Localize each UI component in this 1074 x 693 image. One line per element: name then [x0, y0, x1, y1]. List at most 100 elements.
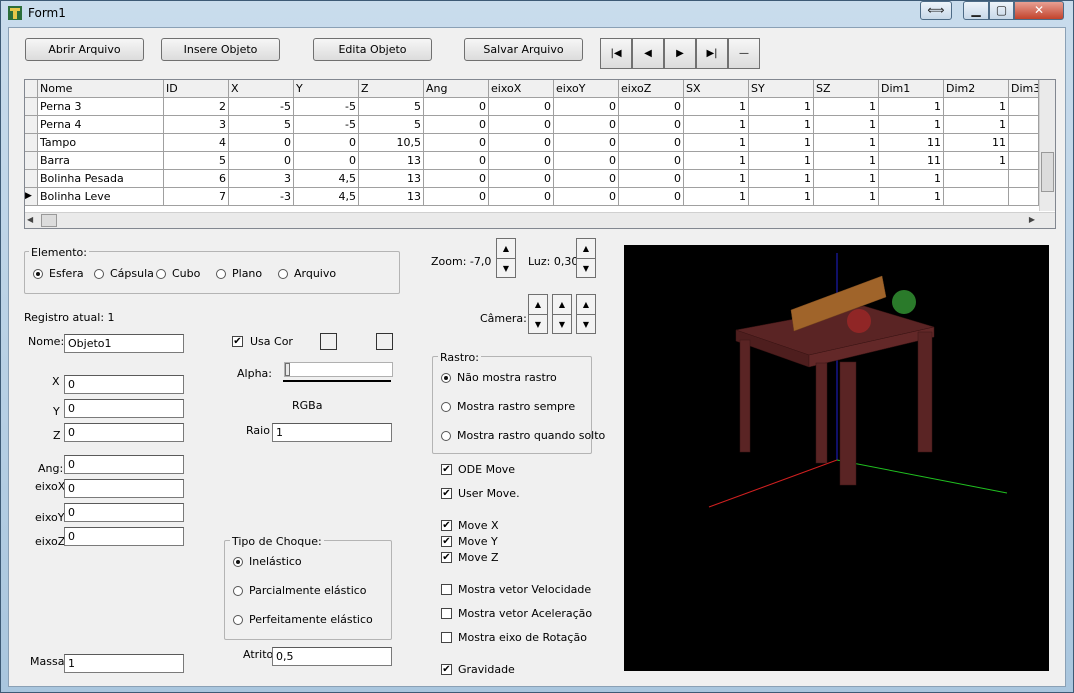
luz-spinner[interactable]: ▲ ▼ — [576, 238, 596, 278]
table-cell[interactable]: -5 — [294, 116, 359, 134]
option-checkbox[interactable]: ✔ — [441, 552, 452, 563]
zoom-down-icon[interactable]: ▼ — [497, 259, 515, 278]
row-indicator[interactable] — [25, 98, 38, 116]
table-cell[interactable]: 4,5 — [294, 188, 359, 206]
choque-option-radio[interactable] — [233, 557, 243, 567]
table-cell[interactable]: 5 — [359, 98, 424, 116]
camera-spinner-2[interactable]: ▲ ▼ — [552, 294, 572, 334]
choque-option-radio[interactable] — [233, 586, 243, 596]
table-cell[interactable]: 7 — [164, 188, 229, 206]
table-cell[interactable]: 13 — [359, 152, 424, 170]
table-cell[interactable]: 1 — [749, 116, 814, 134]
table-cell[interactable]: 0 — [424, 188, 489, 206]
scroll-right-icon[interactable]: ▶ — [1029, 215, 1035, 224]
table-cell[interactable]: 0 — [489, 188, 554, 206]
column-header[interactable]: Y — [294, 80, 359, 98]
nav-prev-button[interactable]: ◀ — [632, 38, 664, 69]
column-header[interactable]: Dim2 — [944, 80, 1009, 98]
table-cell[interactable]: 0 — [619, 152, 684, 170]
z-field[interactable]: 0 — [64, 423, 184, 442]
option-checkbox[interactable] — [441, 608, 452, 619]
y-field[interactable]: 0 — [64, 399, 184, 418]
table-cell[interactable]: 0 — [424, 98, 489, 116]
table-cell[interactable]: 1 — [814, 116, 879, 134]
column-header[interactable]: eixoY — [554, 80, 619, 98]
table-cell[interactable]: 0 — [489, 134, 554, 152]
table-cell[interactable]: 0 — [424, 170, 489, 188]
color-swatch-1[interactable] — [320, 333, 337, 350]
table-cell[interactable]: 1 — [879, 170, 944, 188]
table-cell[interactable] — [1009, 170, 1039, 188]
table-cell[interactable]: Perna 4 — [38, 116, 164, 134]
option-checkbox[interactable]: ✔ — [441, 520, 452, 531]
table-cell[interactable]: 10,5 — [359, 134, 424, 152]
table-cell[interactable]: Tampo — [38, 134, 164, 152]
column-header[interactable]: Dim3 — [1009, 80, 1039, 98]
nav-first-button[interactable]: |◀ — [600, 38, 632, 69]
table-cell[interactable]: 0 — [424, 116, 489, 134]
table-cell[interactable]: 0 — [424, 134, 489, 152]
table-cell[interactable]: 3 — [164, 116, 229, 134]
minimize-button[interactable]: ▁ — [963, 1, 989, 20]
camera-spinner-1[interactable]: ▲ ▼ — [528, 294, 548, 334]
table-cell[interactable]: 1 — [749, 152, 814, 170]
table-cell[interactable] — [1009, 134, 1039, 152]
elemento-option-radio[interactable] — [216, 269, 226, 279]
insert-object-button[interactable]: Insere Objeto — [161, 38, 280, 61]
table-cell[interactable]: 1 — [879, 188, 944, 206]
table-cell[interactable]: 1 — [684, 170, 749, 188]
column-header[interactable]: Nome — [38, 80, 164, 98]
table-cell[interactable]: 1 — [684, 152, 749, 170]
table-cell[interactable] — [944, 170, 1009, 188]
row-indicator[interactable] — [25, 170, 38, 188]
table-cell[interactable]: 0 — [619, 134, 684, 152]
zoom-spinner[interactable]: ▲ ▼ — [496, 238, 516, 278]
table-cell[interactable]: 13 — [359, 170, 424, 188]
table-cell[interactable]: 0 — [554, 188, 619, 206]
table-cell[interactable]: 1 — [814, 152, 879, 170]
table-cell[interactable]: 2 — [164, 98, 229, 116]
table-cell[interactable]: 0 — [229, 134, 294, 152]
table-cell[interactable]: 1 — [944, 116, 1009, 134]
scroll-thumb[interactable] — [41, 214, 57, 227]
table-cell[interactable]: 11 — [879, 152, 944, 170]
column-header[interactable]: eixoZ — [619, 80, 684, 98]
table-cell[interactable]: 5 — [164, 152, 229, 170]
table-cell[interactable]: Barra — [38, 152, 164, 170]
maximize-button[interactable]: ▢ — [989, 1, 1014, 20]
table-cell[interactable]: 1 — [684, 116, 749, 134]
choque-option-radio[interactable] — [233, 615, 243, 625]
table-cell[interactable]: -5 — [294, 98, 359, 116]
open-file-button[interactable]: Abrir Arquivo — [25, 38, 144, 61]
table-cell[interactable]: Perna 3 — [38, 98, 164, 116]
table-cell[interactable]: 1 — [814, 134, 879, 152]
table-cell[interactable]: Bolinha Leve — [38, 188, 164, 206]
table-cell[interactable]: 1 — [944, 152, 1009, 170]
resize-button[interactable]: ⟺ — [920, 1, 952, 20]
table-cell[interactable]: 1 — [749, 98, 814, 116]
nome-field[interactable]: Objeto1 — [64, 334, 184, 353]
table-cell[interactable]: 1 — [814, 188, 879, 206]
table-cell[interactable]: 0 — [489, 152, 554, 170]
table-cell[interactable]: 0 — [229, 152, 294, 170]
elemento-option-radio[interactable] — [278, 269, 288, 279]
table-cell[interactable]: Bolinha Pesada — [38, 170, 164, 188]
close-button[interactable]: ✕ — [1014, 1, 1064, 20]
rastro-option-radio[interactable] — [441, 373, 451, 383]
edit-object-button[interactable]: Edita Objeto — [313, 38, 432, 61]
table-cell[interactable] — [1009, 98, 1039, 116]
camera-spinner-3[interactable]: ▲ ▼ — [576, 294, 596, 334]
elemento-option-radio[interactable] — [94, 269, 104, 279]
table-cell[interactable]: 1 — [879, 116, 944, 134]
eixox-field[interactable]: 0 — [64, 479, 184, 498]
table-cell[interactable]: 11 — [879, 134, 944, 152]
column-header[interactable]: ID — [164, 80, 229, 98]
column-header[interactable]: Ang — [424, 80, 489, 98]
row-indicator[interactable] — [25, 134, 38, 152]
grid-vertical-scrollbar[interactable] — [1039, 80, 1055, 211]
column-header[interactable]: SY — [749, 80, 814, 98]
table-cell[interactable]: 4 — [164, 134, 229, 152]
rastro-option-radio[interactable] — [441, 431, 451, 441]
option-checkbox[interactable]: ✔ — [441, 464, 452, 475]
table-cell[interactable]: 0 — [294, 152, 359, 170]
